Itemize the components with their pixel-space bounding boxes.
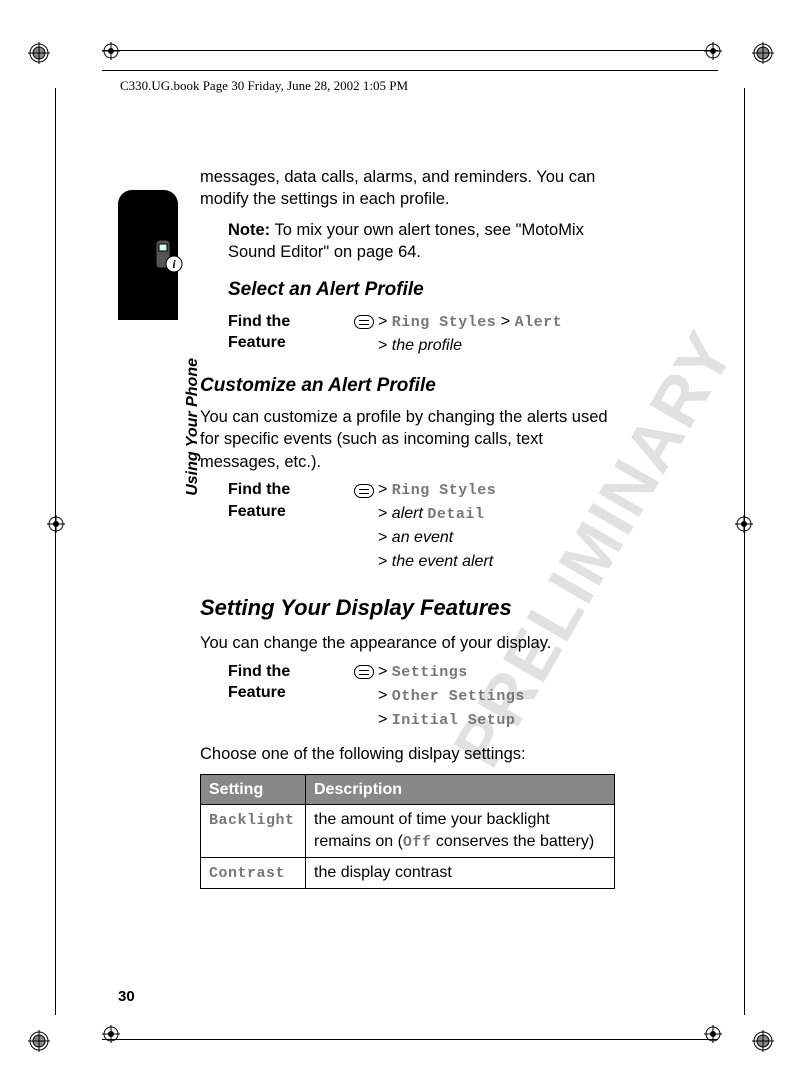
find-feature-steps: > Ring Styles > alert Detail > an event … bbox=[378, 479, 615, 575]
crop-line bbox=[102, 1039, 718, 1040]
crop-line bbox=[744, 88, 745, 1015]
table-header-row: Setting Description bbox=[201, 774, 615, 805]
reg-mark-icon bbox=[752, 42, 772, 62]
crop-target-icon bbox=[102, 42, 120, 65]
reg-mark-icon bbox=[28, 42, 48, 62]
col-description: Description bbox=[306, 774, 615, 805]
note-block: Note: To mix your own alert tones, see "… bbox=[228, 219, 615, 264]
setting-desc: the display contrast bbox=[306, 858, 615, 889]
page-number: 30 bbox=[118, 988, 135, 1005]
find-feature-label: Find the Feature bbox=[200, 661, 350, 704]
heading-customize-alert: Customize an Alert Profile bbox=[200, 373, 615, 399]
find-feature-row: Find the Feature > Ring Styles > alert D… bbox=[200, 479, 615, 575]
find-feature-label: Find the Feature bbox=[200, 479, 350, 522]
find-feature-row: Find the Feature > Ring Styles > Alert >… bbox=[200, 311, 615, 359]
crop-target-icon bbox=[704, 1025, 722, 1048]
reg-mark-icon bbox=[752, 1030, 772, 1050]
setting-name: Backlight bbox=[209, 812, 295, 829]
body-content: messages, data calls, alarms, and remind… bbox=[200, 160, 615, 889]
page: C330.UG.book Page 30 Friday, June 28, 20… bbox=[40, 20, 760, 1050]
settings-table: Setting Description Backlight the amount… bbox=[200, 774, 615, 890]
header-rule bbox=[102, 70, 718, 71]
menu-key-icon bbox=[350, 479, 378, 501]
crop-line bbox=[55, 88, 56, 1015]
heading-display-features: Setting Your Display Features bbox=[200, 593, 615, 623]
display-body: You can change the appearance of your di… bbox=[200, 632, 615, 654]
crop-target-icon bbox=[47, 515, 65, 538]
info-phone-icon: i bbox=[150, 238, 186, 274]
find-feature-label: Find the Feature bbox=[200, 311, 350, 354]
reg-mark-icon bbox=[28, 1030, 48, 1050]
menu-key-icon bbox=[350, 311, 378, 333]
crop-target-icon bbox=[102, 1025, 120, 1048]
col-setting: Setting bbox=[201, 774, 306, 805]
note-text: To mix your own alert tones, see "MotoMi… bbox=[228, 221, 584, 261]
note-label: Note: bbox=[228, 221, 270, 239]
find-feature-row: Find the Feature > Settings > Other Sett… bbox=[200, 661, 615, 734]
menu-key-icon bbox=[350, 661, 378, 683]
find-feature-steps: > Settings > Other Settings > Initial Se… bbox=[378, 661, 615, 734]
crop-line bbox=[102, 50, 718, 51]
heading-select-alert: Select an Alert Profile bbox=[228, 277, 615, 303]
crop-target-icon bbox=[735, 515, 753, 538]
customize-body: You can customize a profile by changing … bbox=[200, 406, 615, 473]
setting-name: Contrast bbox=[209, 865, 285, 882]
setting-desc: the amount of time your backlight remain… bbox=[306, 805, 615, 858]
table-row: Backlight the amount of time your backli… bbox=[201, 805, 615, 858]
find-feature-steps: > Ring Styles > Alert > the profile bbox=[378, 311, 615, 359]
running-header: C330.UG.book Page 30 Friday, June 28, 20… bbox=[120, 78, 408, 94]
table-row: Contrast the display contrast bbox=[201, 858, 615, 889]
display-body2: Choose one of the following dislpay sett… bbox=[200, 743, 615, 765]
crop-target-icon bbox=[704, 42, 722, 65]
intro-paragraph: messages, data calls, alarms, and remind… bbox=[200, 166, 615, 211]
